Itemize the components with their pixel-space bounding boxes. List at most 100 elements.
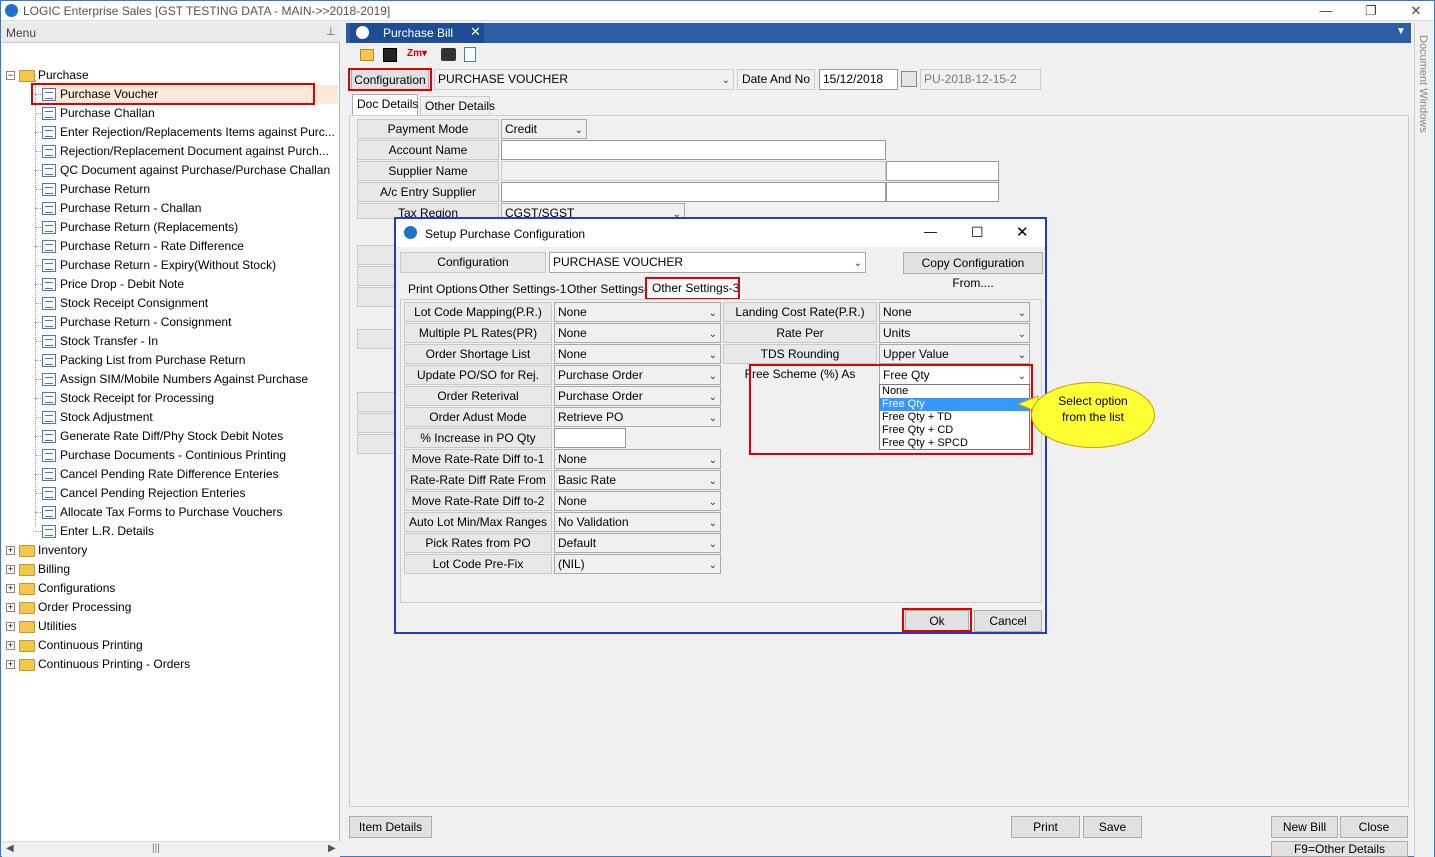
setting-select[interactable]: None ⌄ bbox=[554, 323, 721, 343]
save-button[interactable]: Save bbox=[1083, 816, 1142, 838]
expand-icon[interactable]: + bbox=[6, 546, 15, 556]
folder-icon bbox=[19, 582, 35, 595]
setting-select[interactable]: Basic Rate ⌄ bbox=[554, 470, 721, 490]
expand-icon[interactable]: + bbox=[6, 622, 15, 632]
tree-item-10[interactable]: Price Drop - Debit Note bbox=[42, 275, 338, 294]
item-details-button[interactable]: Item Details bbox=[349, 816, 432, 838]
ac-entry-code-input[interactable] bbox=[886, 182, 999, 202]
tree-item-5[interactable]: Purchase Return bbox=[42, 180, 338, 199]
tree-item-2[interactable]: Enter Rejection/Replacements Items again… bbox=[42, 123, 338, 142]
tree-item-4[interactable]: QC Document against Purchase/Purchase Ch… bbox=[42, 161, 338, 180]
tree-item-13[interactable]: Stock Transfer - In bbox=[42, 332, 338, 351]
close-dialog-icon[interactable]: ✕ bbox=[1016, 223, 1029, 241]
ac-entry-supplier-input[interactable] bbox=[501, 182, 886, 202]
maximize-icon[interactable]: ☐ bbox=[971, 224, 984, 241]
setting-select[interactable]: Purchase Order ⌄ bbox=[554, 365, 721, 385]
tree-item-17[interactable]: Stock Adjustment bbox=[42, 408, 338, 427]
setting-select[interactable]: Upper Value ⌄ bbox=[879, 344, 1030, 364]
setting-select[interactable]: Retrieve PO ⌄ bbox=[554, 407, 721, 427]
setting-select[interactable]: Default ⌄ bbox=[554, 533, 721, 553]
tree-item-20[interactable]: Cancel Pending Rate Difference Enteries bbox=[42, 465, 338, 484]
save-icon[interactable] bbox=[383, 48, 397, 62]
tree-item-12[interactable]: Purchase Return - Consignment bbox=[42, 313, 338, 332]
tab-doc-details[interactable]: Doc Details bbox=[352, 94, 418, 116]
minimize-button[interactable]: — bbox=[1311, 3, 1341, 19]
tab-other-settings-1[interactable]: Other Settings-1 bbox=[475, 280, 570, 300]
copy-config-button[interactable]: Copy Configuration From.... bbox=[903, 252, 1043, 290]
window-title: LOGIC Enterprise Sales [GST TESTING DATA… bbox=[23, 4, 391, 18]
account-name-input[interactable] bbox=[501, 140, 886, 160]
tab-print-options[interactable]: Print Options bbox=[404, 280, 481, 300]
tree-group-6[interactable]: + Continuous Printing bbox=[6, 636, 143, 655]
calendar-icon[interactable] bbox=[901, 71, 917, 87]
tree-item-18[interactable]: Generate Rate Diff/Phy Stock Debit Notes bbox=[42, 427, 338, 446]
tab-purchase-bill[interactable]: Purchase Bill ✕ bbox=[350, 23, 484, 43]
restore-button[interactable]: ❐ bbox=[1356, 3, 1386, 19]
pin-icon[interactable]: ⊥ bbox=[326, 25, 336, 38]
horizontal-scrollbar[interactable]: ◀ ||| ▶ bbox=[2, 841, 340, 857]
chevron-down-icon: ⌄ bbox=[708, 308, 717, 319]
setting-select[interactable]: None ⌄ bbox=[554, 449, 721, 469]
tree-item-label: Purchase Return - Expiry(Without Stock) bbox=[60, 258, 277, 272]
close-button[interactable]: Close bbox=[1340, 816, 1408, 838]
tree-item-19[interactable]: Purchase Documents - Continious Printing bbox=[42, 446, 338, 465]
setting-label: Order Reterival bbox=[404, 386, 552, 406]
expand-icon[interactable]: + bbox=[6, 603, 15, 613]
tree-item-14[interactable]: Packing List from Purchase Return bbox=[42, 351, 338, 370]
expand-icon[interactable]: + bbox=[6, 641, 15, 651]
dialog-config-select[interactable]: PURCHASE VOUCHER ⌄ bbox=[549, 252, 866, 273]
setting-input[interactable] bbox=[554, 428, 626, 448]
expand-icon[interactable]: + bbox=[6, 584, 15, 594]
supplier-name-input[interactable] bbox=[501, 161, 886, 181]
tree-item-11[interactable]: Stock Receipt Consignment bbox=[42, 294, 338, 313]
tree-group-5[interactable]: + Utilities bbox=[6, 617, 77, 636]
tree-item-6[interactable]: Purchase Return - Challan bbox=[42, 199, 338, 218]
tree-item-9[interactable]: Purchase Return - Expiry(Without Stock) bbox=[42, 256, 338, 275]
tree-group-3[interactable]: + Configurations bbox=[6, 579, 115, 598]
tree-item-23[interactable]: Enter L.R. Details bbox=[42, 522, 338, 541]
setting-select[interactable]: No Validation ⌄ bbox=[554, 512, 721, 532]
setting-select[interactable]: None ⌄ bbox=[879, 302, 1030, 322]
payment-mode-select[interactable]: Credit ⌄ bbox=[501, 119, 587, 139]
setting-select[interactable]: Purchase Order ⌄ bbox=[554, 386, 721, 406]
date-input[interactable]: 15/12/2018 bbox=[819, 69, 898, 90]
setting-value: None bbox=[883, 305, 912, 319]
tree-item-16[interactable]: Stock Receipt for Processing bbox=[42, 389, 338, 408]
setting-select[interactable]: None ⌄ bbox=[554, 302, 721, 322]
tree-group-7[interactable]: + Continuous Printing - Orders bbox=[6, 655, 190, 674]
tree-item-8[interactable]: Purchase Return - Rate Difference bbox=[42, 237, 338, 256]
selected-item-highlight bbox=[31, 83, 315, 105]
tree-item-21[interactable]: Cancel Pending Rejection Enteries bbox=[42, 484, 338, 503]
cancel-button[interactable]: Cancel bbox=[974, 610, 1042, 632]
collapse-icon[interactable]: − bbox=[6, 71, 15, 81]
setting-select[interactable]: (NIL) ⌄ bbox=[554, 554, 721, 574]
tree-item-7[interactable]: Purchase Return (Replacements) bbox=[42, 218, 338, 237]
document-icon[interactable] bbox=[464, 47, 476, 62]
close-tab-icon[interactable]: ✕ bbox=[470, 24, 481, 40]
document-windows-sidebar[interactable]: Document Windows bbox=[1414, 23, 1434, 857]
tree-item-1[interactable]: Purchase Challan bbox=[42, 104, 338, 123]
minimize-icon[interactable]: — bbox=[924, 224, 937, 239]
tree-group-1[interactable]: + Inventory bbox=[6, 541, 87, 560]
new-bill-button[interactable]: New Bill bbox=[1271, 816, 1338, 838]
configuration-select[interactable]: PURCHASE VOUCHER ⌄ bbox=[434, 69, 734, 90]
tree-item-label: Assign SIM/Mobile Numbers Against Purcha… bbox=[60, 372, 309, 386]
tree-item-22[interactable]: Allocate Tax Forms to Purchase Vouchers bbox=[42, 503, 338, 522]
printer-icon[interactable] bbox=[441, 48, 456, 61]
expand-icon[interactable]: + bbox=[6, 660, 15, 670]
tree-item-15[interactable]: Assign SIM/Mobile Numbers Against Purcha… bbox=[42, 370, 338, 389]
supplier-code-input[interactable] bbox=[886, 161, 999, 181]
setting-select[interactable]: None ⌄ bbox=[554, 491, 721, 511]
close-window-button[interactable]: ✕ bbox=[1401, 3, 1431, 19]
zoom-icon[interactable]: Zm▾ bbox=[407, 48, 427, 59]
setting-select[interactable]: None ⌄ bbox=[554, 344, 721, 364]
expand-icon[interactable]: + bbox=[6, 565, 15, 575]
tree-item-3[interactable]: Rejection/Replacement Document against P… bbox=[42, 142, 338, 161]
tab-list-icon[interactable]: ▼ bbox=[1396, 26, 1406, 37]
print-button[interactable]: Print bbox=[1011, 816, 1080, 838]
new-icon[interactable] bbox=[360, 49, 374, 61]
tree-group-2[interactable]: + Billing bbox=[6, 560, 70, 579]
setting-select[interactable]: Units ⌄ bbox=[879, 323, 1030, 343]
tree-group-4[interactable]: + Order Processing bbox=[6, 598, 131, 617]
tab-other-details[interactable]: Other Details bbox=[420, 96, 495, 116]
